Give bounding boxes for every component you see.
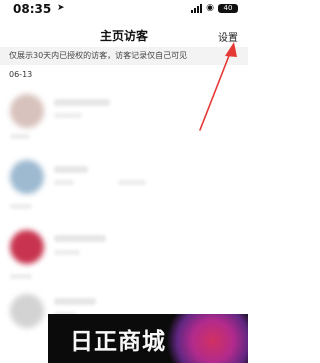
privacy-notice: 仅展示30天内已授权的访客，访客记录仅自己可见: [0, 47, 248, 65]
status-indicators: ◉ 40: [191, 3, 238, 13]
visitor-avatar: [10, 160, 44, 194]
visitor-name-blurred: [54, 235, 106, 242]
settings-button[interactable]: 设置: [218, 29, 238, 44]
watermark-logo: 日正商城: [48, 314, 248, 363]
visitor-avatar: [10, 294, 44, 328]
visitor-meta-blurred: [118, 180, 146, 185]
visitor-name-blurred: [54, 166, 88, 173]
battery-icon: 40: [218, 3, 238, 13]
wifi-icon: ◉: [206, 3, 214, 13]
status-bar: 08:35 ➤ ◉ 40: [0, 0, 248, 20]
visitor-tag-blurred: [10, 274, 32, 279]
visitor-meta-blurred: [54, 180, 74, 185]
visitor-name-blurred: [54, 99, 110, 106]
visitor-tag-blurred: [10, 134, 30, 139]
visitor-meta-blurred: [54, 250, 80, 255]
visitor-row[interactable]: [0, 222, 248, 282]
visitor-avatar: [10, 230, 44, 264]
visitor-name-blurred: [54, 298, 96, 305]
visitor-tag-blurred: [10, 204, 32, 209]
visitor-meta-blurred: [54, 113, 82, 118]
watermark-pattern: [160, 314, 248, 363]
visitor-row[interactable]: [0, 152, 248, 212]
date-header: 06-13: [9, 70, 33, 79]
status-time: 08:35: [13, 2, 52, 16]
watermark-text: 日正商城: [70, 329, 166, 355]
cellular-signal-icon: [191, 3, 203, 13]
page-title: 主页访客: [99, 29, 148, 43]
location-icon: ➤: [57, 3, 65, 13]
visitor-avatar: [10, 94, 44, 128]
nav-bar: 主页访客 设置: [0, 22, 248, 46]
visitor-row[interactable]: [0, 86, 248, 146]
